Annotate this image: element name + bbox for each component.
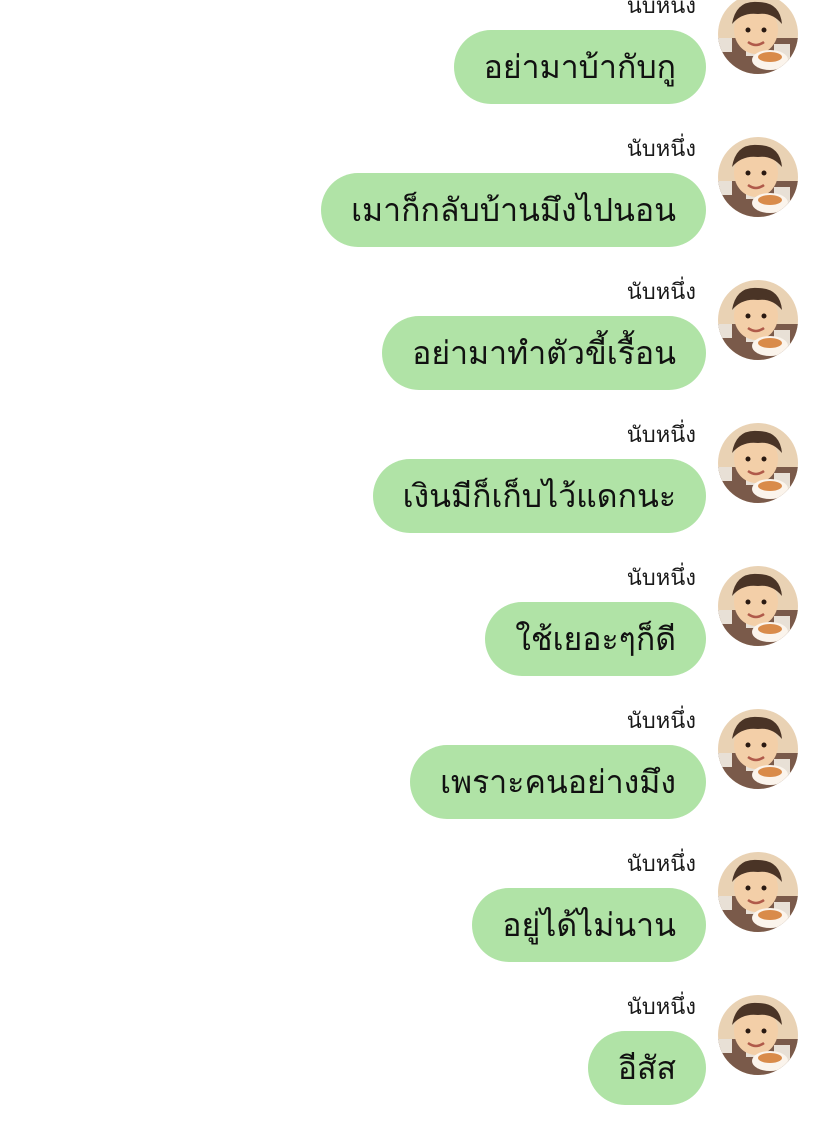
sender-name: นับหนึ่ง [626, 137, 696, 162]
chat-message: นับหนึ่ง เมาก็กลับบ้านมึงไปนอน [0, 137, 828, 280]
sender-name: นับหนึ่ง [626, 423, 696, 448]
chat-message: นับหนึ่ง ใช้เยอะๆก็ดี [0, 566, 828, 709]
chat-thread: นับหนึ่ง อย่ามาบ้ากับกู นับหนึ่ง เมาก็กล… [0, 0, 828, 1109]
user-avatar-icon[interactable] [718, 709, 798, 789]
sender-name: นับหนึ่ง [626, 709, 696, 734]
message-bubble[interactable]: อย่ามาทำตัวขี้เรื้อน [382, 316, 706, 390]
user-avatar-icon[interactable] [718, 852, 798, 932]
chat-message: นับหนึ่ง อยู่ได้ไม่นาน [0, 852, 828, 995]
sender-name: นับหนึ่ง [626, 852, 696, 877]
user-avatar-icon[interactable] [718, 0, 798, 74]
message-bubble[interactable]: อยู่ได้ไม่นาน [472, 888, 706, 962]
message-bubble[interactable]: เพราะคนอย่างมึง [410, 745, 706, 819]
chat-message: นับหนึ่ง อย่ามาทำตัวขี้เรื้อน [0, 280, 828, 423]
chat-message: นับหนึ่ง เพราะคนอย่างมึง [0, 709, 828, 852]
sender-name: นับหนึ่ง [626, 566, 696, 591]
sender-name: นับหนึ่ง [626, 0, 696, 19]
chat-message: นับหนึ่ง เงินมีก็เก็บไว้แดกนะ [0, 423, 828, 566]
message-bubble[interactable]: ใช้เยอะๆก็ดี [485, 602, 706, 676]
message-bubble[interactable]: อย่ามาบ้ากับกู [453, 30, 706, 104]
chat-message: นับหนึ่ง อย่ามาบ้ากับกู [0, 0, 828, 137]
message-bubble[interactable]: เมาก็กลับบ้านมึงไปนอน [321, 173, 706, 247]
user-avatar-icon[interactable] [718, 566, 798, 646]
sender-name: นับหนึ่ง [626, 995, 696, 1020]
chat-message: นับหนึ่ง อีสัส [0, 995, 828, 1138]
message-bubble[interactable]: อีสัส [587, 1031, 706, 1105]
message-bubble[interactable]: เงินมีก็เก็บไว้แดกนะ [372, 459, 706, 533]
sender-name: นับหนึ่ง [626, 280, 696, 305]
user-avatar-icon[interactable] [718, 280, 798, 360]
user-avatar-icon[interactable] [718, 137, 798, 217]
user-avatar-icon[interactable] [718, 995, 798, 1075]
user-avatar-icon[interactable] [718, 423, 798, 503]
